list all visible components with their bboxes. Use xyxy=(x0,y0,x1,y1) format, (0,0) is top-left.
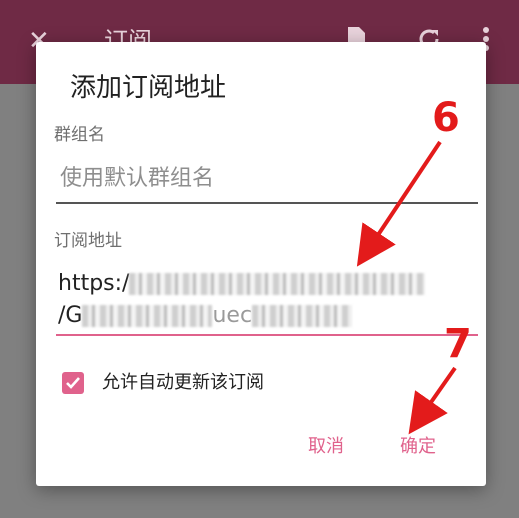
arrow-to-url-field xyxy=(356,140,442,267)
arrow-to-ok-button xyxy=(408,366,457,435)
annotation-number-7: 7 xyxy=(444,321,472,367)
annotation-arrows xyxy=(356,140,457,435)
